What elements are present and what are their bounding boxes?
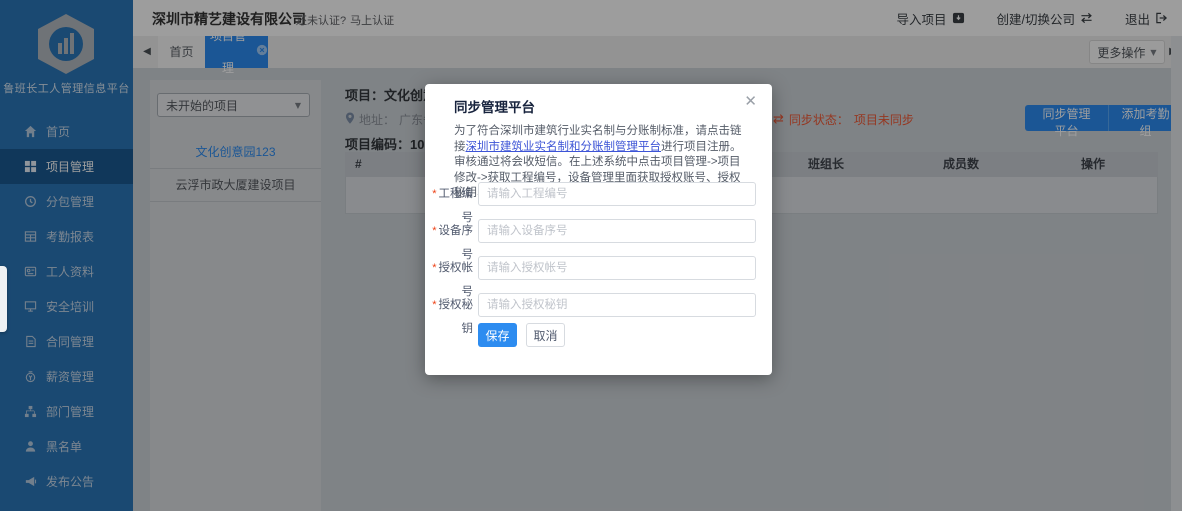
device-serial-input[interactable] (478, 219, 756, 243)
required-asterisk: * (432, 262, 436, 274)
modal-actions: 保存 取消 (478, 323, 565, 347)
required-asterisk: * (432, 299, 436, 311)
sidebar-collapse-handle[interactable] (0, 266, 7, 332)
realname-platform-link[interactable]: 深圳市建筑业实名制和分账制管理平台 (466, 141, 662, 153)
app-window: 鲁班长工人管理信息平台 首页 项目管理 分包管理 考勤报表 工人资料 (0, 0, 1182, 511)
form-row-device-serial: *设备序号 (425, 219, 772, 243)
project-code-input[interactable] (478, 182, 756, 206)
close-icon[interactable]: ✕ (744, 92, 757, 110)
field-label: *授权秘钥 (425, 293, 473, 341)
form-row-project-code: *工程编号 (425, 182, 772, 206)
required-asterisk: * (432, 188, 436, 200)
cancel-button[interactable]: 取消 (526, 323, 565, 347)
save-button[interactable]: 保存 (478, 323, 517, 347)
form-row-auth-account: *授权帐号 (425, 256, 772, 280)
sync-platform-modal: 同步管理平台 ✕ 为了符合深圳市建筑行业实名制与分账制标准，请点击链接深圳市建筑… (425, 84, 772, 375)
form-row-auth-secret: *授权秘钥 (425, 293, 772, 317)
auth-account-input[interactable] (478, 256, 756, 280)
auth-secret-input[interactable] (478, 293, 756, 317)
required-asterisk: * (432, 225, 436, 237)
modal-title: 同步管理平台 (454, 96, 535, 116)
